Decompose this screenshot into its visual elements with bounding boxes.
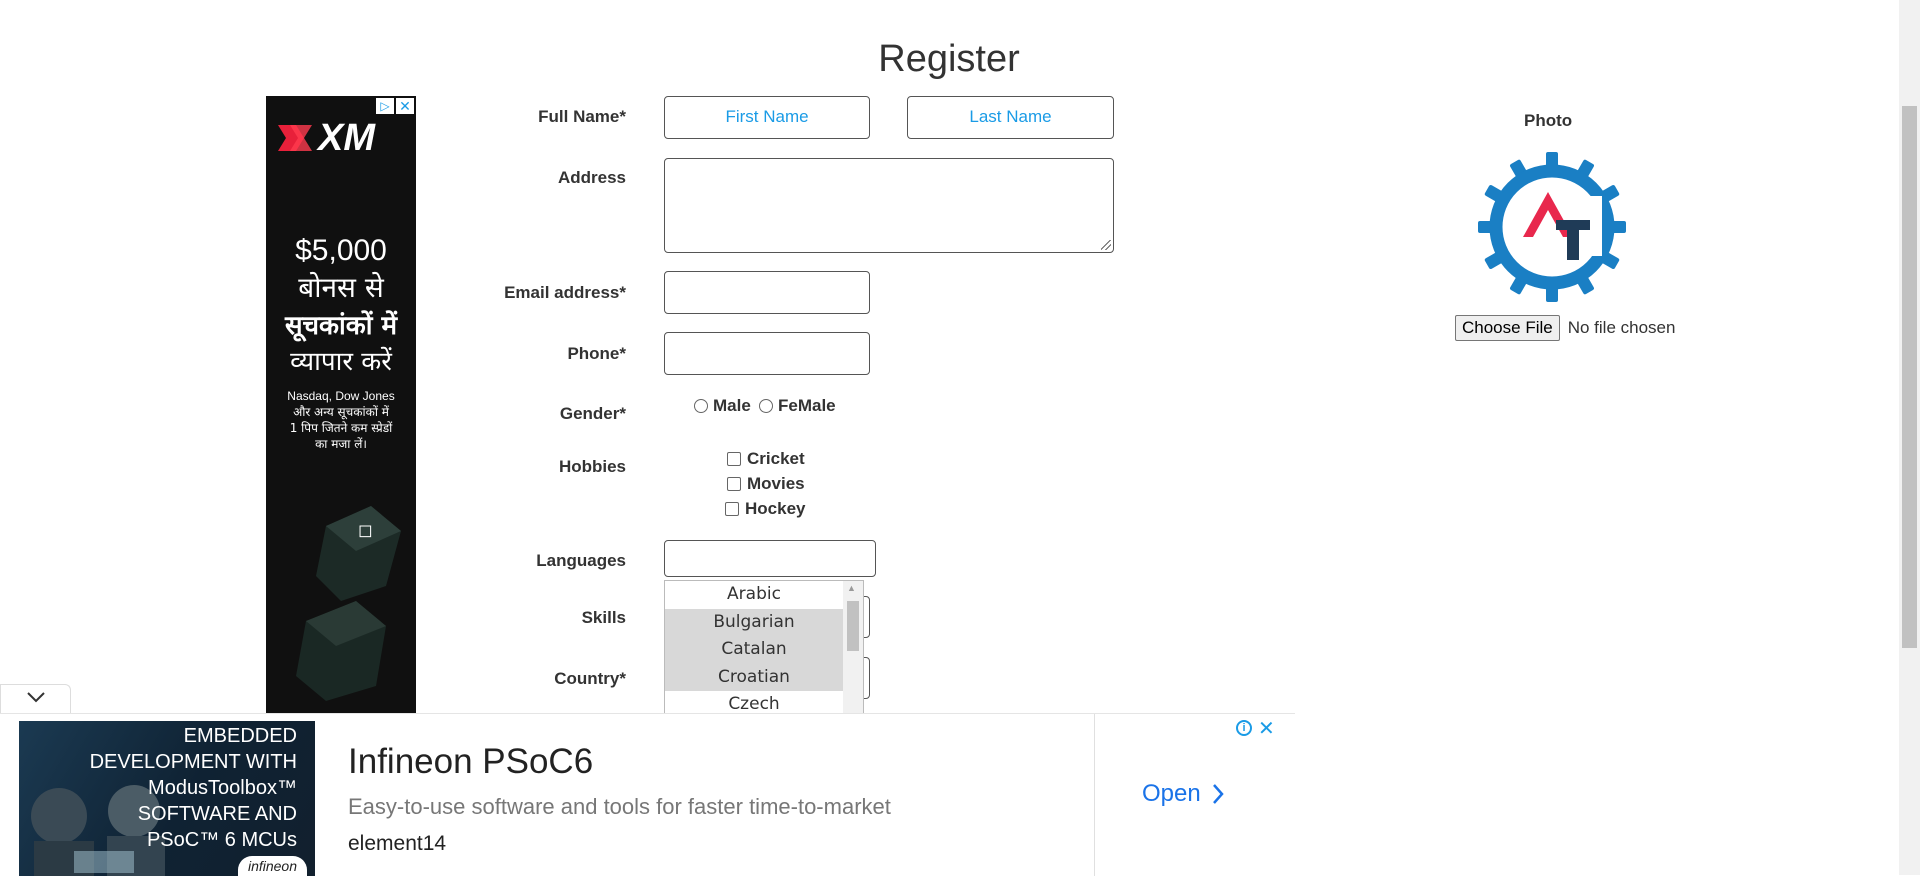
female-radio[interactable] — [759, 399, 773, 413]
ad-image-line-5: PSoC™ 6 MCUs — [146, 829, 297, 851]
language-option[interactable]: Bulgarian — [665, 608, 843, 636]
hockey-label: Hockey — [745, 499, 806, 518]
ad-image-line-3: ModusToolbox™ — [148, 777, 297, 799]
phone-input[interactable] — [664, 332, 870, 375]
infineon-logo: infineon — [237, 856, 307, 876]
languages-dropdown[interactable]: Arabic Bulgarian Catalan Croatian Czech … — [664, 580, 864, 714]
languages-scrollbar[interactable]: ▲ — [843, 581, 863, 713]
male-radio[interactable] — [694, 399, 708, 413]
last-name-input[interactable]: Last Name — [907, 96, 1114, 139]
first-name-input[interactable]: First Name — [664, 96, 870, 139]
movies-label: Movies — [747, 474, 805, 493]
language-option[interactable]: Catalan — [665, 636, 843, 664]
address-label: Address — [557, 168, 626, 187]
hobby-cricket[interactable]: Cricket — [727, 449, 805, 469]
hobby-hockey[interactable]: Hockey — [725, 499, 805, 519]
chevron-down-icon — [25, 689, 47, 710]
page-scrollbar[interactable] — [1899, 0, 1920, 875]
hobby-movies[interactable]: Movies — [727, 474, 805, 494]
languages-label: Languages — [536, 551, 626, 570]
collapse-ad-tab[interactable] — [0, 684, 71, 714]
movies-checkbox[interactable] — [727, 477, 741, 491]
country-label: Country* — [554, 669, 626, 688]
page-scroll-thumb[interactable] — [1902, 106, 1917, 648]
choose-file-button[interactable]: Choose File — [1455, 315, 1560, 341]
ad-image-line-2: DEVELOPMENT WITH — [89, 751, 297, 773]
gender-male-option[interactable]: Male — [694, 396, 751, 416]
ad-subline: Easy-to-use software and tools for faste… — [348, 794, 891, 819]
photo-label: Photo — [1524, 111, 1573, 130]
female-label: FeMale — [778, 396, 836, 415]
page-title: Register — [878, 38, 1020, 80]
ad-image-line-4: SOFTWARE AND — [137, 803, 297, 825]
hockey-checkbox[interactable] — [725, 502, 739, 516]
chevron-right-icon — [1212, 784, 1224, 804]
language-option[interactable]: Czech — [665, 691, 843, 713]
resize-handle[interactable] — [1101, 240, 1111, 250]
male-label: Male — [713, 396, 751, 415]
scroll-thumb[interactable] — [847, 601, 859, 651]
ad-info-icon[interactable]: i — [1236, 720, 1252, 736]
language-option[interactable]: Arabic — [665, 581, 843, 609]
svg-text:◻: ◻ — [358, 520, 373, 541]
address-textarea[interactable] — [664, 158, 1114, 253]
ad-divider — [1094, 714, 1095, 876]
ad-image-line-1: EMBEDDED — [183, 725, 297, 747]
full-name-label: Full Name* — [538, 107, 626, 126]
email-input[interactable] — [664, 271, 870, 314]
ad-close-icon[interactable]: ✕ — [1258, 716, 1275, 741]
file-status: No file chosen — [1567, 318, 1676, 337]
ad-small-1: Nasdaq, Dow Jones — [287, 389, 395, 403]
gender-female-option[interactable]: FeMale — [759, 396, 836, 416]
bottom-ad-banner[interactable]: EMBEDDED DEVELOPMENT WITH ModusToolbox™ … — [0, 713, 1295, 876]
phone-label: Phone* — [567, 344, 626, 363]
email-label: Email address* — [504, 283, 626, 302]
gender-label: Gender* — [559, 404, 626, 423]
languages-input[interactable] — [664, 540, 876, 577]
hobbies-label: Hobbies — [558, 457, 626, 476]
xm-brand-text: XM — [318, 116, 375, 159]
cricket-label: Cricket — [747, 449, 805, 468]
ad-small-4: का मजा लें। — [315, 437, 367, 451]
infineon-logo-text: infineon — [247, 858, 297, 874]
photo-upload: Choose File No file chosen — [1455, 315, 1675, 341]
ad-line-2: सूचकांकों में — [284, 311, 398, 341]
ad-amount: $5,000 — [295, 234, 387, 267]
skills-label: Skills — [581, 608, 626, 627]
ad-advertiser: element14 — [348, 832, 447, 855]
cricket-checkbox[interactable] — [727, 452, 741, 466]
ad-headline[interactable]: Infineon PSoC6 — [348, 742, 593, 782]
ad-open-label: Open — [1142, 780, 1201, 807]
ad-image: EMBEDDED DEVELOPMENT WITH ModusToolbox™ … — [19, 721, 315, 876]
ad-open-button[interactable]: Open — [1142, 780, 1225, 808]
language-option[interactable]: Croatian — [665, 663, 843, 691]
scroll-up-icon[interactable]: ▲ — [847, 583, 856, 593]
site-logo — [1478, 152, 1626, 302]
